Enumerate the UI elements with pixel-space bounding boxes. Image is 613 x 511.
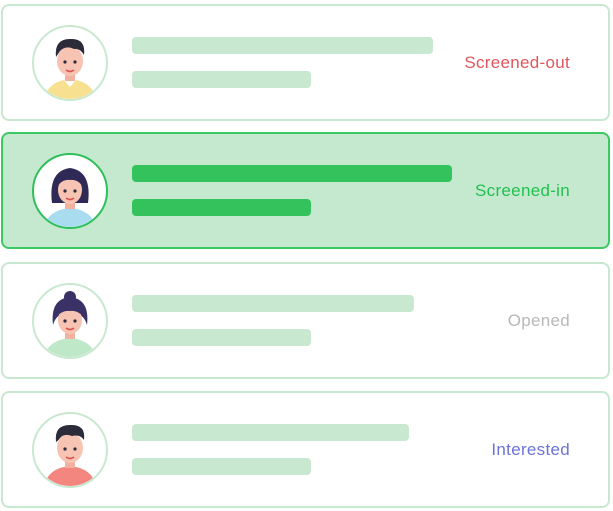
male-avatar-icon — [44, 38, 96, 99]
detail-placeholder-line — [132, 329, 311, 346]
candidate-card[interactable]: Interested — [1, 391, 610, 508]
status-label: Opened — [507, 311, 570, 330]
candidate-list: Screened-out Screened-in Opened Interest… — [0, 0, 613, 511]
detail-placeholder-line — [132, 199, 311, 216]
avatar — [32, 25, 108, 101]
name-placeholder-line — [132, 295, 414, 312]
female-avatar-icon — [44, 168, 96, 227]
female-avatar-icon — [44, 291, 96, 357]
candidate-card-selected[interactable]: Screened-in — [1, 132, 610, 249]
status-label: Screened-out — [464, 53, 570, 72]
male-avatar-icon — [44, 424, 96, 486]
status-label: Screened-in — [475, 181, 570, 200]
avatar — [32, 412, 108, 488]
detail-placeholder-line — [132, 458, 311, 475]
detail-placeholder-line — [132, 71, 311, 88]
name-placeholder-line — [132, 165, 452, 182]
avatar — [32, 283, 108, 359]
candidate-card[interactable]: Opened — [1, 262, 610, 379]
avatar — [32, 153, 108, 229]
candidate-card[interactable]: Screened-out — [1, 4, 610, 121]
name-placeholder-line — [132, 424, 409, 441]
name-placeholder-line — [132, 37, 433, 54]
status-label: Interested — [491, 440, 570, 459]
